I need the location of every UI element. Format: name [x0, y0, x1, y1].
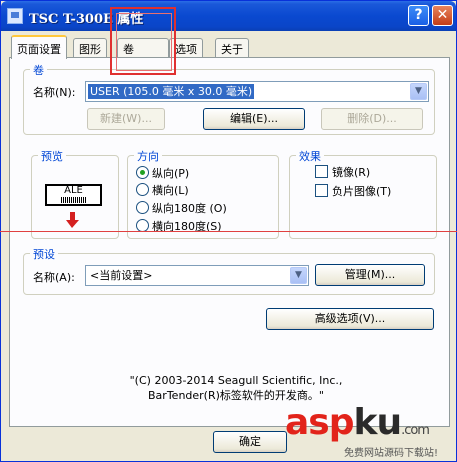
close-button[interactable]: ✕ [432, 5, 453, 26]
preset-name-value: <当前设置> [90, 269, 153, 282]
advanced-options-button[interactable]: 高级选项(V)... [266, 308, 434, 330]
copyright-line-1: "(C) 2003-2014 Seagull Scientific, Inc., [129, 374, 343, 387]
tab-highlight-annotation-inner [116, 13, 172, 71]
landscape-radio[interactable] [136, 183, 149, 196]
preset-name-select[interactable]: <当前设置> ▼ [85, 265, 309, 286]
copyright-line-2: BarTender(R)标签软件的开发商。" [148, 389, 324, 402]
preset-name-label: 名称(A): [33, 271, 75, 284]
chevron-down-icon[interactable]: ▼ [290, 267, 307, 284]
barcode-icon [61, 197, 86, 203]
feed-direction-arrow-icon [66, 212, 79, 228]
preview-sample-text: ALE [64, 185, 83, 196]
negative-image-checkbox[interactable] [315, 184, 328, 197]
portrait-180-label[interactable]: 纵向180度 (O) [152, 200, 227, 216]
label-preview: ALE [45, 184, 102, 206]
ok-button[interactable]: 确定 [213, 431, 287, 453]
edit-roll-button[interactable]: 编辑(E)... [203, 108, 305, 130]
roll-name-label: 名称(N): [33, 86, 76, 99]
roll-name-select[interactable]: USER (105.0 毫米 x 30.0 毫米) ▼ [85, 81, 429, 102]
tab-page-setup[interactable]: 页面设置 [11, 35, 67, 59]
preset-group-label: 预设 [30, 246, 58, 262]
title-bar[interactable]: TSC T-300E 属性 ? ✕ [1, 1, 456, 31]
new-roll-button[interactable]: 新建(W)... [87, 108, 165, 130]
tab-graphics[interactable]: 图形 [73, 38, 107, 58]
annotation-line [0, 231, 457, 232]
manage-presets-button[interactable]: 管理(M)... [315, 264, 425, 286]
orientation-group-label: 方向 [134, 148, 162, 164]
watermark-tagline: 免费网站源码下载站! [344, 448, 439, 459]
portrait-180-radio[interactable] [136, 201, 149, 214]
preview-group-label: 预览 [38, 148, 66, 164]
watermark-logo: aspku.com [285, 402, 430, 443]
roll-group-label: 卷 [30, 62, 47, 78]
mirror-checkbox[interactable] [315, 165, 328, 178]
help-button[interactable]: ? [408, 5, 429, 26]
mirror-label[interactable]: 镜像(R) [332, 164, 370, 180]
printer-icon [7, 8, 23, 24]
negative-image-label[interactable]: 负片图像(T) [332, 183, 391, 199]
roll-name-value: USER (105.0 毫米 x 30.0 毫米) [88, 84, 255, 99]
landscape-label[interactable]: 横向(L) [152, 182, 189, 198]
chevron-down-icon[interactable]: ▼ [410, 83, 427, 100]
effects-group-label: 效果 [296, 148, 324, 164]
portrait-label[interactable]: 纵向(P) [152, 165, 189, 181]
portrait-radio[interactable] [136, 166, 149, 179]
delete-roll-button[interactable]: 删除(D)... [321, 108, 423, 130]
tab-about[interactable]: 关于 [215, 38, 249, 58]
